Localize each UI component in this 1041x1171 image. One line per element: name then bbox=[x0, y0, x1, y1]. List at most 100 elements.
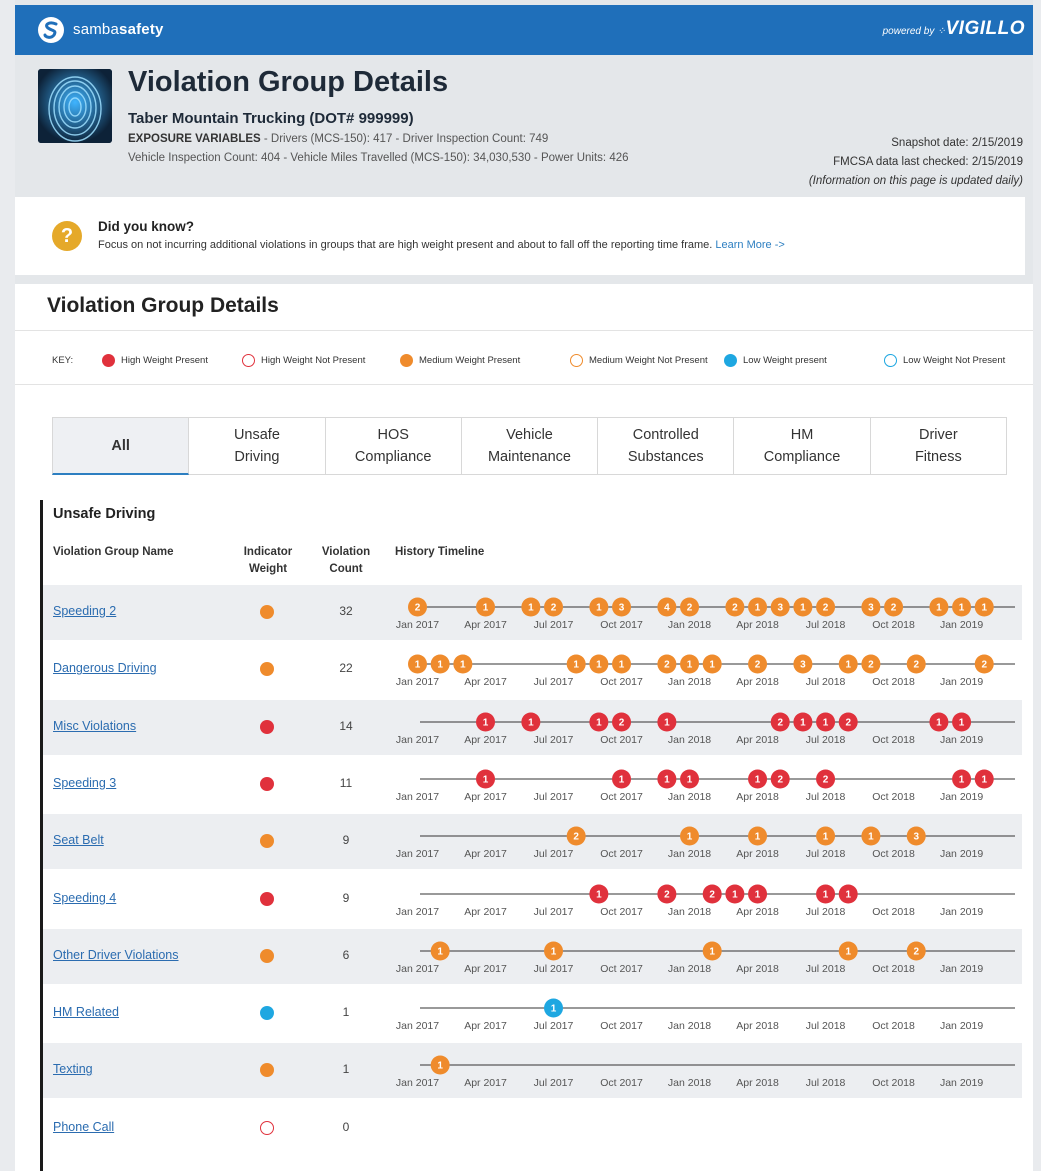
violation-marker[interactable]: 1 bbox=[748, 769, 768, 789]
violation-marker[interactable]: 1 bbox=[612, 769, 632, 789]
violation-marker[interactable]: 1 bbox=[476, 597, 496, 617]
violation-marker[interactable]: 4 bbox=[657, 597, 677, 617]
violation-group-link[interactable]: HM Related bbox=[53, 1005, 119, 1019]
violation-marker[interactable]: 1 bbox=[657, 769, 677, 789]
violation-group-link[interactable]: Speeding 4 bbox=[53, 891, 116, 905]
violation-marker[interactable]: 2 bbox=[566, 826, 586, 846]
tab-driver-fitness[interactable]: Driver Fitness bbox=[870, 417, 1007, 475]
violation-marker[interactable]: 2 bbox=[408, 597, 427, 617]
violation-group-link[interactable]: Speeding 2 bbox=[53, 604, 116, 618]
violation-marker[interactable]: 1 bbox=[952, 597, 972, 617]
violation-marker[interactable]: 1 bbox=[566, 654, 586, 674]
violation-marker-count: 1 bbox=[437, 660, 443, 671]
violation-marker[interactable]: 3 bbox=[612, 597, 632, 617]
violation-marker[interactable]: 2 bbox=[906, 941, 926, 961]
violation-marker[interactable]: 1 bbox=[838, 941, 858, 961]
violation-marker-count: 1 bbox=[868, 832, 874, 843]
violation-group-link[interactable]: Other Driver Violations bbox=[53, 948, 179, 962]
violation-marker[interactable]: 1 bbox=[544, 998, 564, 1018]
violation-marker[interactable]: 1 bbox=[929, 712, 949, 732]
violation-group-link[interactable]: Seat Belt bbox=[53, 833, 104, 847]
violation-marker[interactable]: 1 bbox=[476, 712, 496, 732]
violation-marker[interactable]: 1 bbox=[521, 597, 541, 617]
timeline-chart: Jan 2017 Apr 2017 Jul 2017 Oct 2017 Jan 2018… bbox=[396, 597, 1015, 631]
violation-marker[interactable]: 2 bbox=[770, 712, 790, 732]
indicator-weight-icon bbox=[260, 1063, 274, 1078]
violation-marker[interactable]: 2 bbox=[838, 712, 858, 732]
violation-marker[interactable]: 1 bbox=[453, 654, 473, 674]
tab-vehicle-maintenance[interactable]: Vehicle Maintenance bbox=[461, 417, 599, 475]
violation-marker[interactable]: 2 bbox=[974, 654, 994, 674]
violation-marker[interactable]: 3 bbox=[793, 654, 813, 674]
violation-marker[interactable]: 1 bbox=[680, 654, 700, 674]
violation-marker[interactable]: 1 bbox=[725, 884, 745, 903]
violation-marker[interactable]: 2 bbox=[702, 884, 722, 903]
violation-marker[interactable]: 2 bbox=[725, 597, 745, 617]
violation-marker[interactable]: 1 bbox=[589, 884, 609, 903]
learn-more-link[interactable]: Learn More -> bbox=[715, 239, 784, 251]
violation-marker[interactable]: 1 bbox=[816, 884, 836, 903]
violation-marker[interactable]: 2 bbox=[816, 769, 836, 789]
violation-group-link[interactable]: Speeding 3 bbox=[53, 776, 116, 790]
violation-group-link[interactable]: Texting bbox=[53, 1062, 93, 1076]
violation-marker[interactable]: 2 bbox=[657, 654, 677, 674]
violation-marker[interactable]: 1 bbox=[589, 654, 609, 674]
violation-marker[interactable]: 1 bbox=[793, 597, 813, 617]
violation-marker[interactable]: 1 bbox=[974, 769, 994, 789]
tab-controlled-substances[interactable]: Controlled Substances bbox=[598, 417, 735, 475]
violation-marker[interactable]: 1 bbox=[612, 654, 632, 674]
violation-marker[interactable]: 1 bbox=[793, 712, 813, 732]
violation-marker[interactable]: 1 bbox=[544, 941, 564, 961]
violation-count: 22 bbox=[339, 661, 353, 676]
violation-group-link[interactable]: Dangerous Driving bbox=[53, 661, 157, 675]
violation-marker[interactable]: 1 bbox=[589, 712, 609, 732]
violation-marker[interactable]: 2 bbox=[906, 654, 926, 674]
violation-marker[interactable]: 1 bbox=[952, 712, 972, 732]
violation-marker[interactable]: 1 bbox=[430, 654, 450, 674]
violation-marker[interactable]: 1 bbox=[430, 1055, 450, 1075]
violation-marker[interactable]: 1 bbox=[816, 826, 836, 846]
violation-marker[interactable]: 1 bbox=[952, 769, 972, 789]
violation-marker[interactable]: 2 bbox=[680, 597, 700, 617]
violation-marker[interactable]: 1 bbox=[657, 712, 677, 732]
violation-marker[interactable]: 1 bbox=[748, 884, 768, 903]
tab-unsafe-driving[interactable]: Unsafe Driving bbox=[189, 417, 326, 475]
violation-marker[interactable]: 1 bbox=[929, 597, 949, 617]
violation-marker[interactable]: 3 bbox=[861, 597, 881, 617]
violation-marker[interactable]: 1 bbox=[680, 826, 700, 846]
violation-marker[interactable]: 2 bbox=[816, 597, 836, 617]
violation-marker[interactable]: 2 bbox=[612, 712, 632, 732]
violation-marker[interactable]: 1 bbox=[430, 941, 450, 961]
violation-marker[interactable]: 1 bbox=[748, 826, 768, 846]
violation-marker[interactable]: 3 bbox=[906, 826, 926, 846]
violation-marker[interactable]: 1 bbox=[816, 712, 836, 732]
violation-marker[interactable]: 3 bbox=[770, 597, 790, 617]
violation-marker[interactable]: 1 bbox=[748, 597, 768, 617]
violation-marker[interactable]: 1 bbox=[521, 712, 541, 732]
violation-marker[interactable]: 1 bbox=[680, 769, 700, 789]
violation-marker[interactable]: 1 bbox=[861, 826, 881, 846]
violation-marker[interactable]: 2 bbox=[544, 597, 564, 617]
violation-marker[interactable]: 1 bbox=[408, 654, 427, 674]
violation-marker[interactable]: 1 bbox=[974, 597, 994, 617]
violation-marker[interactable]: 1 bbox=[702, 654, 722, 674]
violation-group-link[interactable]: Phone Call bbox=[53, 1120, 114, 1134]
timeline-tick-label: Jan 2019 bbox=[940, 734, 983, 746]
violation-marker[interactable]: 2 bbox=[748, 654, 768, 674]
violation-marker[interactable]: 1 bbox=[476, 769, 496, 789]
tab-hos-compliance[interactable]: HOS Compliance bbox=[325, 417, 462, 475]
tab-all[interactable]: All bbox=[52, 417, 190, 475]
violation-marker-count: 1 bbox=[845, 889, 851, 900]
violation-marker[interactable]: 1 bbox=[838, 884, 858, 903]
violation-marker[interactable]: 2 bbox=[657, 884, 677, 903]
tab-hm-compliance[interactable]: HM Compliance bbox=[734, 417, 871, 475]
violation-marker[interactable]: 1 bbox=[838, 654, 858, 674]
violation-marker[interactable]: 1 bbox=[589, 597, 609, 617]
violation-marker[interactable]: 2 bbox=[770, 769, 790, 789]
brand-name[interactable]: sambasafety bbox=[73, 21, 164, 38]
violation-group-link[interactable]: Misc Violations bbox=[53, 719, 136, 733]
violation-marker[interactable]: 2 bbox=[884, 597, 904, 617]
key-dot-icon bbox=[400, 354, 413, 367]
violation-marker[interactable]: 1 bbox=[702, 941, 722, 961]
violation-marker[interactable]: 2 bbox=[861, 654, 881, 674]
